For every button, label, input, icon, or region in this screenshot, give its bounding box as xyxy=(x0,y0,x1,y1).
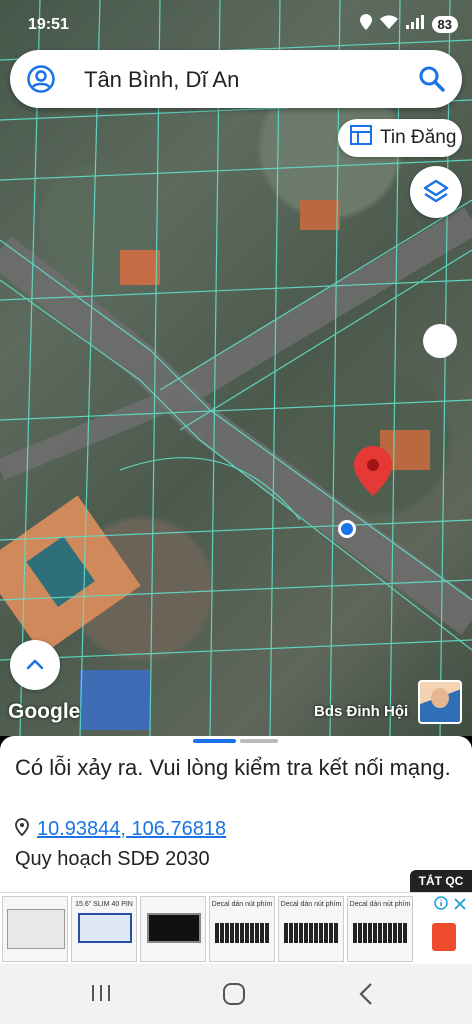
error-message: Có lỗi xảy ra. Vui lòng kiểm tra kết nối… xyxy=(15,755,451,780)
ad-info-controls[interactable] xyxy=(434,896,466,915)
location-pin-icon[interactable] xyxy=(354,446,392,501)
status-time: 19:51 xyxy=(28,16,69,33)
parcel-lines xyxy=(0,0,472,736)
status-bar: 19:51 83 xyxy=(0,0,472,50)
coordinates-link[interactable]: 10.93844, 106.76818 xyxy=(37,818,226,841)
my-location-dot xyxy=(338,520,356,538)
recent-apps-icon[interactable] xyxy=(90,982,112,1009)
status-icons: 83 xyxy=(359,14,458,35)
page-indicator-active xyxy=(193,739,236,743)
battery-badge: 83 xyxy=(431,16,458,33)
close-ad-button[interactable]: TẮT QC xyxy=(410,870,472,892)
ad-product-5[interactable]: Decal dán nút phím xyxy=(278,896,344,962)
poster-name: Bds Đinh Hội xyxy=(314,703,409,720)
back-icon[interactable] xyxy=(356,982,376,1011)
ad-product-4[interactable]: Decal dán nút phím xyxy=(209,896,275,962)
wifi-icon xyxy=(379,15,398,34)
post-listing-label: Tin Đăng xyxy=(380,127,457,148)
poster-avatar[interactable] xyxy=(418,680,462,724)
google-watermark: Google xyxy=(8,700,81,723)
search-bar[interactable]: Tân Bình, Dĩ An xyxy=(10,50,462,108)
account-icon[interactable] xyxy=(26,64,56,94)
search-query[interactable]: Tân Bình, Dĩ An xyxy=(84,67,239,93)
plan-label: Quy hoạch SDĐ 2030 xyxy=(15,848,210,870)
signal-icon xyxy=(405,15,424,34)
info-sheet: Có lỗi xảy ra. Vui lòng kiểm tra kết nối… xyxy=(0,736,472,892)
close-icon[interactable] xyxy=(454,897,466,915)
map-pin-icon xyxy=(15,818,29,841)
shopee-logo-icon[interactable] xyxy=(432,923,456,951)
map-view[interactable] xyxy=(0,0,472,736)
location-icon xyxy=(359,14,372,35)
ad-product-1[interactable] xyxy=(2,896,68,962)
floating-handle[interactable] xyxy=(423,324,457,358)
ad-product-6[interactable]: Decal dán nút phím xyxy=(347,896,413,962)
search-icon[interactable] xyxy=(418,65,446,93)
ad-banner[interactable]: 15.6" SLIM 40 PIN Decal dán nút phím Dec… xyxy=(0,892,472,964)
coordinates-row[interactable]: 10.93844, 106.76818 xyxy=(15,818,226,841)
home-icon[interactable] xyxy=(222,982,246,1011)
ad-info-icon[interactable] xyxy=(434,896,448,915)
ad-product-3[interactable] xyxy=(140,896,206,962)
post-listing-button[interactable]: Tin Đăng xyxy=(338,119,462,157)
page-indicator-inactive xyxy=(240,739,278,743)
system-nav-bar xyxy=(0,964,472,1024)
sheet-page-indicator[interactable] xyxy=(193,739,278,743)
expand-up-button[interactable] xyxy=(10,640,60,690)
ad-product-2[interactable]: 15.6" SLIM 40 PIN xyxy=(71,896,137,962)
table-icon xyxy=(350,125,372,151)
layers-button[interactable] xyxy=(410,166,462,218)
